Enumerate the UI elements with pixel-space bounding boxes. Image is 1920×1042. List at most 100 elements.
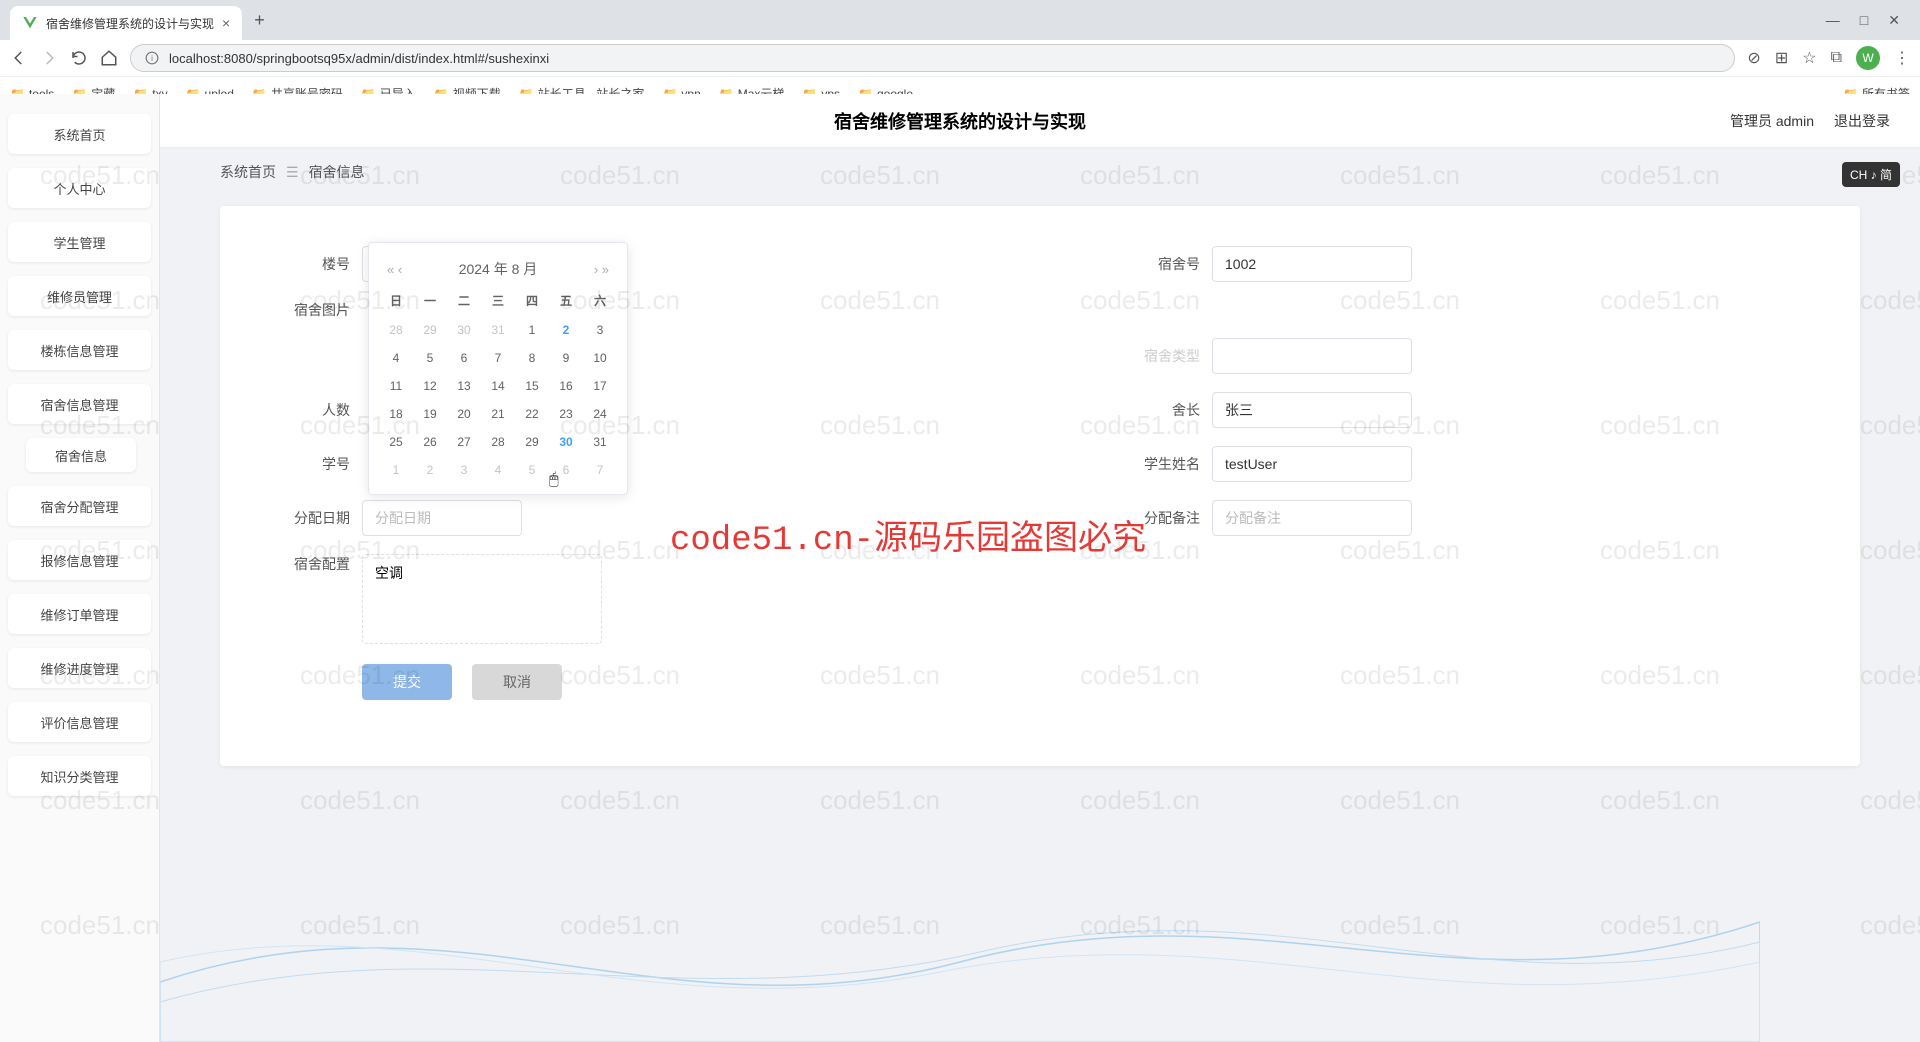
dp-day[interactable]: 30 bbox=[549, 428, 583, 456]
dp-day[interactable]: 5 bbox=[413, 344, 447, 372]
dp-table: 日一二三四五六 28293031123456789101112131415161… bbox=[379, 285, 617, 484]
dp-day[interactable]: 25 bbox=[379, 428, 413, 456]
window-maximize-icon[interactable]: □ bbox=[1860, 12, 1868, 29]
dp-weekday: 三 bbox=[481, 285, 515, 316]
dp-day[interactable]: 8 bbox=[515, 344, 549, 372]
dp-day[interactable]: 10 bbox=[583, 344, 617, 372]
forward-icon[interactable] bbox=[40, 49, 58, 67]
dp-day[interactable]: 28 bbox=[481, 428, 515, 456]
dp-day[interactable]: 6 bbox=[549, 456, 583, 484]
dp-day[interactable]: 13 bbox=[447, 372, 481, 400]
dp-day[interactable]: 7 bbox=[481, 344, 515, 372]
dp-day[interactable]: 14 bbox=[481, 372, 515, 400]
translate-icon[interactable]: ⊞ bbox=[1775, 48, 1788, 68]
home-icon[interactable] bbox=[100, 49, 118, 67]
sidebar-item[interactable]: 学生管理 bbox=[8, 222, 151, 262]
watermark-red: code51.cn-源码乐园盗图必究 bbox=[670, 510, 1146, 560]
submit-button[interactable]: 提交 bbox=[362, 664, 452, 700]
sidebar-item[interactable]: 个人中心 bbox=[8, 168, 151, 208]
dp-day[interactable]: 6 bbox=[447, 344, 481, 372]
bookmark-star-icon[interactable]: ☆ bbox=[1802, 48, 1816, 68]
dp-day[interactable]: 29 bbox=[515, 428, 549, 456]
input-fenpeiriqi[interactable] bbox=[362, 500, 522, 536]
sidebar-item[interactable]: 维修员管理 bbox=[8, 276, 151, 316]
sidebar-item[interactable]: 评价信息管理 bbox=[8, 702, 151, 742]
dp-day[interactable]: 16 bbox=[549, 372, 583, 400]
dp-day[interactable]: 2 bbox=[549, 316, 583, 344]
dp-next-year-icon[interactable]: › » bbox=[594, 262, 609, 277]
dp-day[interactable]: 1 bbox=[515, 316, 549, 344]
sidebar-item[interactable]: 楼栋信息管理 bbox=[8, 330, 151, 370]
browser-tab[interactable]: 宿舍维修管理系统的设计与实现 × bbox=[10, 6, 242, 40]
dp-day[interactable]: 3 bbox=[583, 316, 617, 344]
window-minimize-icon[interactable]: — bbox=[1826, 12, 1840, 29]
sidebar-item[interactable]: 宿舍分配管理 bbox=[8, 486, 151, 526]
dp-day[interactable]: 2 bbox=[413, 456, 447, 484]
label-fenpeiriqi: 分配日期 bbox=[270, 508, 350, 528]
dp-day[interactable]: 1 bbox=[379, 456, 413, 484]
menu-icon[interactable]: ⋮ bbox=[1894, 48, 1910, 68]
dp-day[interactable]: 19 bbox=[413, 400, 447, 428]
breadcrumb-home[interactable]: 系统首页 bbox=[220, 162, 276, 182]
label-peizhi: 宿舍配置 bbox=[270, 554, 350, 574]
logout-link[interactable]: 退出登录 bbox=[1834, 111, 1890, 131]
key-icon[interactable]: ⊘ bbox=[1747, 48, 1760, 68]
label-xingming: 学生姓名 bbox=[1120, 454, 1200, 474]
sidebar-item[interactable]: 报修信息管理 bbox=[8, 540, 151, 580]
dp-day[interactable]: 4 bbox=[481, 456, 515, 484]
date-picker-popup: « ‹ 2024 年 8 月 › » 日一二三四五六 2829303112345… bbox=[368, 242, 628, 495]
dp-day[interactable]: 12 bbox=[413, 372, 447, 400]
sidebar-item[interactable]: 维修订单管理 bbox=[8, 594, 151, 634]
dp-day[interactable]: 23 bbox=[549, 400, 583, 428]
reload-icon[interactable] bbox=[70, 49, 88, 67]
dp-day[interactable]: 3 bbox=[447, 456, 481, 484]
dp-day[interactable]: 15 bbox=[515, 372, 549, 400]
dp-day[interactable]: 27 bbox=[447, 428, 481, 456]
window-close-icon[interactable]: ✕ bbox=[1888, 12, 1900, 29]
dp-day[interactable]: 29 bbox=[413, 316, 447, 344]
dp-day[interactable]: 18 bbox=[379, 400, 413, 428]
dp-weekday: 六 bbox=[583, 285, 617, 316]
dp-day[interactable]: 20 bbox=[447, 400, 481, 428]
admin-label: 管理员 admin bbox=[1730, 111, 1814, 131]
back-icon[interactable] bbox=[10, 49, 28, 67]
textarea-peizhi[interactable] bbox=[362, 554, 602, 644]
sidebar-item-child[interactable]: 宿舍信息 bbox=[26, 438, 136, 472]
dp-day[interactable]: 24 bbox=[583, 400, 617, 428]
cancel-button[interactable]: 取消 bbox=[472, 664, 562, 700]
tab-close-icon[interactable]: × bbox=[222, 15, 230, 31]
dp-day[interactable]: 9 bbox=[549, 344, 583, 372]
input-fenpeibeizhu[interactable] bbox=[1212, 500, 1412, 536]
dp-day[interactable]: 17 bbox=[583, 372, 617, 400]
dp-day[interactable]: 7 bbox=[583, 456, 617, 484]
extensions-icon[interactable]: ⧉ bbox=[1831, 49, 1842, 67]
dp-day[interactable]: 5 bbox=[515, 456, 549, 484]
tab-title: 宿舍维修管理系统的设计与实现 bbox=[46, 15, 214, 32]
dp-day[interactable]: 4 bbox=[379, 344, 413, 372]
dp-day[interactable]: 11 bbox=[379, 372, 413, 400]
window-controls: — □ ✕ bbox=[1826, 12, 1910, 29]
new-tab-button[interactable]: + bbox=[254, 10, 265, 31]
dp-day[interactable]: 31 bbox=[583, 428, 617, 456]
dp-day[interactable]: 31 bbox=[481, 316, 515, 344]
url-input[interactable]: i localhost:8080/springbootsq95x/admin/d… bbox=[130, 44, 1735, 72]
svg-text:i: i bbox=[151, 54, 153, 63]
input-sushehao[interactable] bbox=[1212, 246, 1412, 282]
input-xingming[interactable] bbox=[1212, 446, 1412, 482]
sidebar-item[interactable]: 宿舍信息管理 bbox=[8, 384, 151, 424]
url-text: localhost:8080/springbootsq95x/admin/dis… bbox=[169, 51, 549, 66]
dp-prev-year-icon[interactable]: « ‹ bbox=[387, 262, 402, 277]
dp-day[interactable]: 28 bbox=[379, 316, 413, 344]
dp-day[interactable]: 26 bbox=[413, 428, 447, 456]
sidebar-item[interactable]: 维修进度管理 bbox=[8, 648, 151, 688]
profile-avatar[interactable]: W bbox=[1856, 46, 1880, 70]
input-shezhang[interactable] bbox=[1212, 392, 1412, 428]
sidebar-item[interactable]: 知识分类管理 bbox=[8, 756, 151, 796]
sidebar-item[interactable]: 系统首页 bbox=[8, 114, 151, 154]
dp-title: 2024 年 8 月 bbox=[459, 259, 538, 279]
sidebar: 系统首页个人中心学生管理维修员管理楼栋信息管理宿舍信息管理宿舍信息宿舍分配管理报… bbox=[0, 94, 160, 1042]
input-hidden1[interactable] bbox=[1212, 338, 1412, 374]
dp-day[interactable]: 21 bbox=[481, 400, 515, 428]
dp-day[interactable]: 22 bbox=[515, 400, 549, 428]
dp-day[interactable]: 30 bbox=[447, 316, 481, 344]
